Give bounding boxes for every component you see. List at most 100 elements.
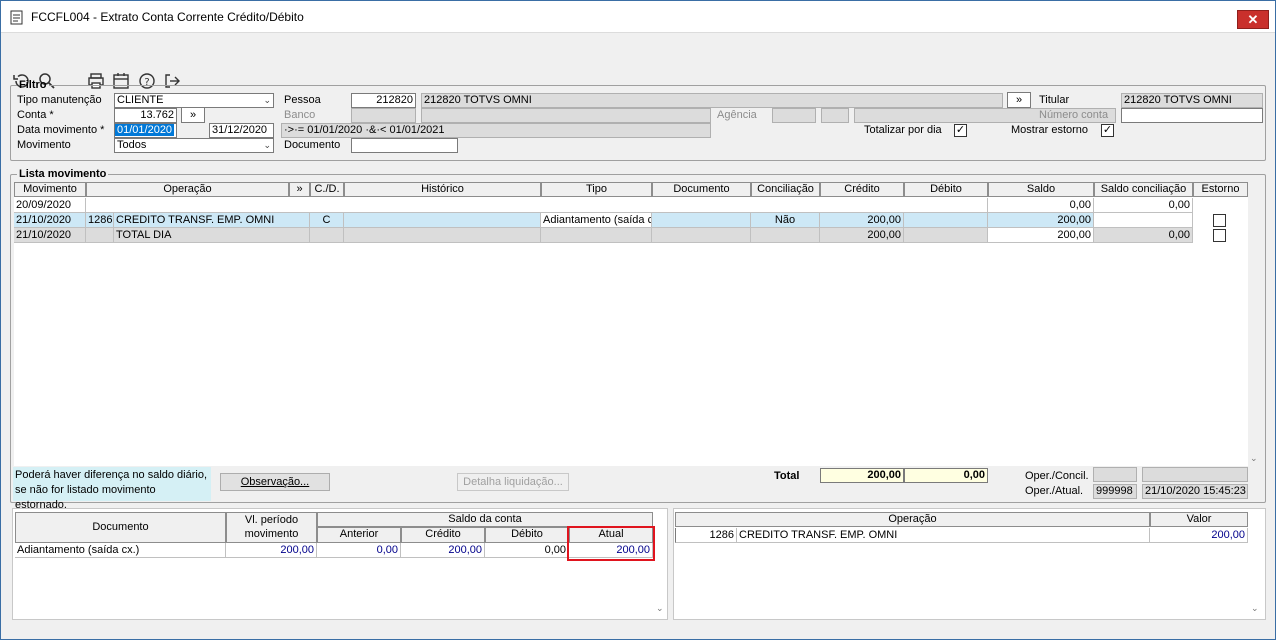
table-row-cell[interactable]: 200,00 — [820, 213, 904, 228]
table-row-cell[interactable]: 0,00 — [485, 543, 569, 558]
data-movimento-label: Data movimento * — [17, 124, 105, 136]
col-debito[interactable]: Débito — [485, 527, 569, 543]
oper-concil-code — [1093, 467, 1137, 482]
col-operacao[interactable]: Operação — [675, 512, 1150, 527]
estorno-checkbox[interactable] — [1213, 214, 1226, 227]
data-fim-field[interactable]: 31/12/2020 — [209, 123, 274, 138]
oper-atual-label: Oper./Atual. — [1025, 485, 1084, 497]
highlight-box — [567, 526, 655, 561]
table-row-cell[interactable]: 200,00 — [226, 543, 317, 558]
scroll-down-icon[interactable]: ⌄ — [656, 603, 664, 614]
documento-field[interactable] — [351, 138, 458, 153]
movimento-select[interactable]: Todos ⌄ — [114, 138, 274, 153]
table-row-cell[interactable]: CREDITO TRANSF. EMP. OMNI — [737, 528, 1150, 543]
col-historico[interactable]: Histórico — [344, 182, 541, 197]
table-row-cell[interactable]: 21/10/2020 — [14, 213, 86, 228]
detalha-liquidacao-button[interactable]: Detalha liquidação... — [457, 473, 569, 491]
scroll-down-icon[interactable]: ⌄ — [1250, 453, 1258, 464]
document-icon — [10, 10, 23, 25]
data-inicio-field[interactable]: 01/01/2020 — [114, 123, 177, 138]
col-debito[interactable]: Débito — [904, 182, 988, 197]
banco-code-field — [351, 108, 416, 123]
table-row-cell[interactable] — [86, 198, 988, 213]
table-row-cell[interactable]: 0,00 — [1094, 228, 1193, 243]
titular-field: 212820 TOTVS OMNI — [1121, 93, 1263, 108]
table-row-cell[interactable]: 0,00 — [1094, 198, 1193, 213]
table-row-cell[interactable] — [652, 213, 751, 228]
totalizar-checkbox[interactable]: ✓ — [954, 124, 967, 137]
conta-lookup-button[interactable]: » — [181, 107, 205, 123]
col-vl-periodo-line: Vl. período — [244, 514, 299, 526]
table-row-cell[interactable]: Adiantamento (saída cx.) — [15, 543, 226, 558]
tipo-manutencao-label: Tipo manutenção — [17, 94, 102, 106]
pessoa-code-field[interactable]: 212820 — [351, 93, 416, 108]
table-row-cell[interactable] — [751, 228, 820, 243]
col-estorno[interactable]: Estorno — [1193, 182, 1248, 197]
lista-movimento-legend: Lista movimento — [19, 168, 107, 180]
col-credito[interactable]: Crédito — [820, 182, 904, 197]
totalizar-label: Totalizar por dia — [864, 124, 942, 136]
col-saldo-conciliacao[interactable]: Saldo conciliação — [1094, 182, 1193, 197]
table-row-cell[interactable] — [86, 228, 114, 243]
pessoa-lookup-button[interactable]: » — [1007, 92, 1031, 108]
movimento-label: Movimento — [17, 139, 71, 151]
col-documento[interactable]: Documento — [15, 512, 226, 543]
title-bar: FCCFL004 - Extrato Conta Corrente Crédit… — [1, 1, 1275, 33]
col-saldo[interactable]: Saldo — [988, 182, 1094, 197]
table-row-cell[interactable]: 20/09/2020 — [14, 198, 86, 213]
table-row-cell[interactable]: 200,00 — [1150, 528, 1248, 543]
numero-conta-field[interactable] — [1121, 108, 1263, 123]
table-row-cell[interactable]: Não — [751, 213, 820, 228]
table-row-cell[interactable]: Adiantamento (saída c — [541, 213, 652, 228]
table-row-cell[interactable]: 1286 — [86, 213, 114, 228]
col-valor[interactable]: Valor — [1150, 512, 1248, 527]
estorno-checkbox[interactable] — [1213, 229, 1226, 242]
col-vl-periodo-line: movimento — [244, 528, 299, 540]
chevron-down-icon: ⌄ — [263, 95, 271, 105]
filtro-legend: Filtro — [19, 79, 47, 91]
col-tipo[interactable]: Tipo — [541, 182, 652, 197]
main-window: FCCFL004 - Extrato Conta Corrente Crédit… — [0, 0, 1276, 640]
close-button[interactable]: ✕ — [1237, 10, 1269, 29]
table-row-cell[interactable] — [652, 228, 751, 243]
col-more[interactable]: » — [289, 182, 310, 197]
table-row-cell[interactable]: 1286 — [675, 528, 737, 543]
table-row-cell[interactable] — [904, 213, 988, 228]
data-inicio-value: 01/01/2020 — [115, 124, 175, 136]
banco-label: Banco — [284, 109, 316, 121]
table-row-cell[interactable] — [541, 228, 652, 243]
col-credito[interactable]: Crédito — [401, 527, 485, 543]
tipo-manutencao-select[interactable]: CLIENTE ⌄ — [114, 93, 274, 108]
table-row-cell[interactable] — [1094, 213, 1193, 228]
table-row-cell[interactable]: TOTAL DIA — [114, 228, 310, 243]
pessoa-label: Pessoa — [284, 94, 321, 106]
col-operacao[interactable]: Operação — [86, 182, 289, 197]
table-row-cell[interactable]: 0,00 — [988, 198, 1094, 213]
table-row-cell[interactable] — [904, 228, 988, 243]
col-anterior[interactable]: Anterior — [317, 527, 401, 543]
table-row-cell[interactable]: 0,00 — [317, 543, 401, 558]
table-row-cell[interactable]: 200,00 — [820, 228, 904, 243]
table-row-cell[interactable]: 200,00 — [988, 228, 1094, 243]
agencia-label: Agência — [717, 109, 757, 121]
table-row-cell[interactable]: 21/10/2020 — [14, 228, 86, 243]
table-row-cell[interactable] — [344, 213, 541, 228]
col-vl-periodo[interactable]: Vl. período movimento — [226, 512, 317, 543]
col-movimento[interactable]: Movimento — [14, 182, 86, 197]
table-row-cell[interactable] — [310, 228, 344, 243]
col-cd[interactable]: C./D. — [310, 182, 344, 197]
table-row-cell[interactable]: 200,00 — [988, 213, 1094, 228]
window-title: FCCFL004 - Extrato Conta Corrente Crédit… — [31, 10, 304, 24]
col-documento[interactable]: Documento — [652, 182, 751, 197]
table-row-cell[interactable] — [344, 228, 541, 243]
table-row-cell[interactable]: CREDITO TRANSF. EMP. OMNI — [114, 213, 310, 228]
col-conciliacao[interactable]: Conciliação — [751, 182, 820, 197]
mostrar-estorno-checkbox[interactable]: ✓ — [1101, 124, 1114, 137]
conta-field[interactable]: 13.762 — [114, 108, 177, 123]
table-row-cell[interactable]: C — [310, 213, 344, 228]
total-label: Total — [774, 470, 800, 482]
observacao-button[interactable]: Observação... — [220, 473, 330, 491]
table-row-cell[interactable]: 200,00 — [401, 543, 485, 558]
scroll-down-icon[interactable]: ⌄ — [1251, 603, 1259, 614]
data-expr-field: ·>·= 01/01/2020 ·&·< 01/01/2021 — [281, 123, 711, 138]
